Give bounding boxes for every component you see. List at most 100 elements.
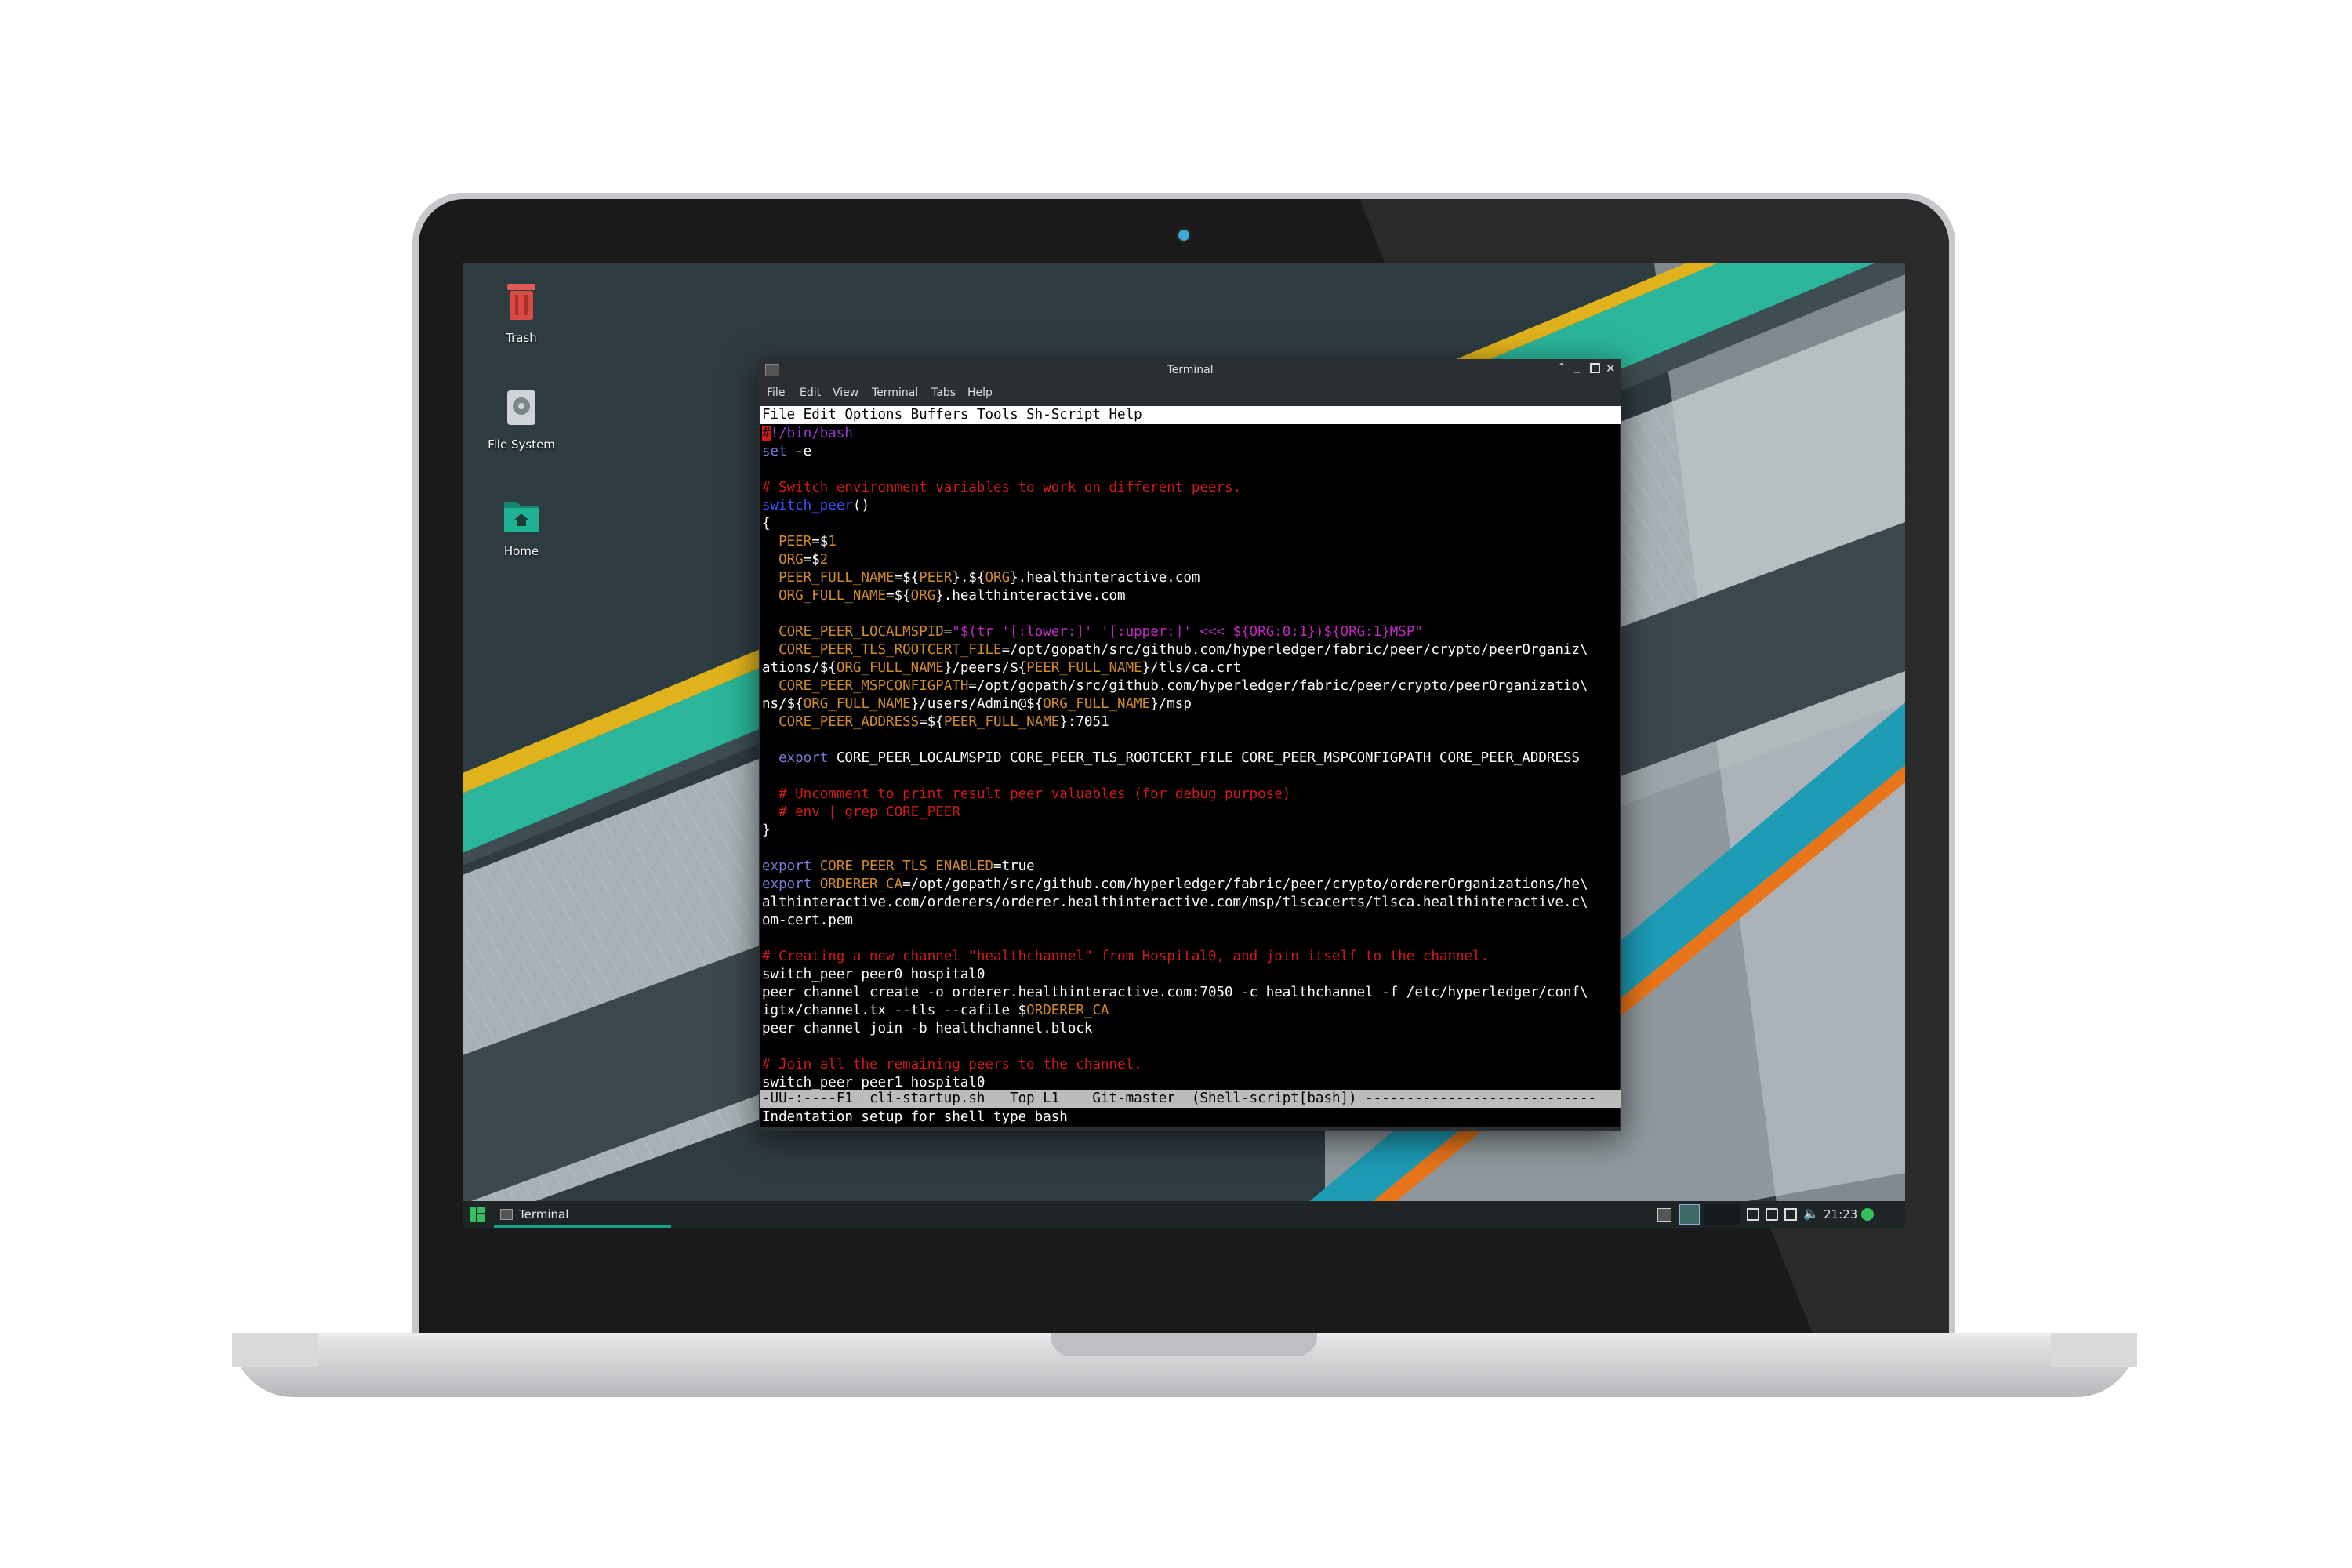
code-token: export bbox=[762, 858, 812, 874]
desktop-icon-home[interactable]: Home bbox=[463, 492, 580, 558]
code-line[interactable] bbox=[762, 461, 1621, 479]
terminal-window[interactable]: Terminal ⌃ _ ✕ File Edit View Terminal T… bbox=[759, 359, 1621, 1131]
code-line[interactable]: peer channel create -o orderer.healthint… bbox=[762, 984, 1621, 1002]
workspace-switcher-2[interactable] bbox=[1704, 1204, 1740, 1225]
desktop-icon-label: Home bbox=[503, 544, 539, 558]
code-token: ORG_FULL_NAME bbox=[836, 660, 944, 676]
code-token: }/peers/${ bbox=[943, 660, 1027, 676]
code-line[interactable]: # Uncomment to print result peer valuabl… bbox=[762, 786, 1621, 804]
menu-help[interactable]: Help bbox=[967, 387, 993, 399]
code-token: }/msp bbox=[1150, 696, 1192, 712]
code-token: -e bbox=[786, 444, 812, 459]
code-text: switch_peer peer0 hospital0 bbox=[762, 967, 985, 982]
menu-file[interactable]: File bbox=[767, 387, 785, 399]
laptop-notch bbox=[1051, 1333, 1317, 1356]
code-token: =${ bbox=[919, 714, 944, 730]
update-status-icon[interactable] bbox=[1861, 1208, 1874, 1221]
code-text: # Switch environment variables to work o… bbox=[762, 480, 1242, 495]
code-line[interactable]: ations/${ORG_FULL_NAME}/peers/${PEER_FUL… bbox=[762, 659, 1621, 677]
code-text: # Uncomment to print result peer valuabl… bbox=[762, 786, 1291, 802]
code-line[interactable]: # env | grep CORE_PEER bbox=[762, 804, 1621, 822]
code-line[interactable]: CORE_PEER_LOCALMSPID="$(tr '[:lower:]' '… bbox=[762, 623, 1621, 641]
code-token: =${ bbox=[886, 588, 911, 604]
drive-icon bbox=[499, 386, 543, 430]
laptop-base-edge-left bbox=[232, 1333, 318, 1367]
code-token: ORDERER_CA bbox=[1026, 1003, 1109, 1018]
code-line[interactable]: # Creating a new channel "healthchannel"… bbox=[762, 948, 1621, 966]
code-line[interactable] bbox=[762, 731, 1621, 750]
code-line[interactable] bbox=[762, 768, 1621, 786]
menu-tabs[interactable]: Tabs bbox=[931, 387, 956, 399]
code-line[interactable] bbox=[762, 930, 1621, 948]
desktop-icon-label: Trash bbox=[506, 331, 537, 345]
code-line[interactable]: set -e bbox=[762, 443, 1621, 461]
code-line[interactable] bbox=[762, 605, 1621, 623]
code-line[interactable]: om-cert.pem bbox=[762, 912, 1621, 930]
code-editor[interactable]: #!/bin/bash set -e # Switch environment va… bbox=[760, 425, 1621, 1092]
code-line[interactable]: export ORDERER_CA=/opt/gopath/src/github… bbox=[762, 876, 1621, 894]
code-line[interactable]: PEER_FULL_NAME=${PEER}.${ORG}.healthinte… bbox=[762, 569, 1621, 587]
manjaro-menu-icon[interactable] bbox=[469, 1206, 486, 1223]
clock[interactable]: 21:23 bbox=[1824, 1207, 1857, 1221]
minimize-icon[interactable]: _ bbox=[1574, 361, 1580, 373]
code-line[interactable]: igtx/channel.tx --tls --cafile $ORDERER_… bbox=[762, 1002, 1621, 1020]
workspace-switcher-1[interactable] bbox=[1679, 1204, 1700, 1225]
code-line[interactable]: export CORE_PEER_LOCALMSPID CORE_PEER_TL… bbox=[762, 750, 1621, 768]
desktop-icon-trash[interactable]: Trash bbox=[463, 279, 580, 345]
code-line[interactable]: # Switch environment variables to work o… bbox=[762, 479, 1621, 497]
code-token: CORE_PEER_MSPCONFIGPATH bbox=[779, 678, 969, 694]
code-line[interactable]: PEER=$1 bbox=[762, 533, 1621, 551]
code-token: ORG_FULL_NAME bbox=[1043, 696, 1151, 712]
maximize-icon[interactable] bbox=[1590, 363, 1600, 373]
taskbar: Terminal 🔈 21:23 bbox=[463, 1201, 1905, 1228]
code-line[interactable]: althinteractive.com/orderers/orderer.hea… bbox=[762, 894, 1621, 912]
code-token: }:7051 bbox=[1059, 714, 1109, 730]
code-line[interactable] bbox=[762, 1038, 1621, 1056]
terminal-menubar: File Edit View Terminal Tabs Help bbox=[759, 381, 1621, 403]
code-line[interactable] bbox=[762, 840, 1621, 858]
code-line[interactable]: #!/bin/bash bbox=[762, 425, 1621, 443]
code-line[interactable]: ORG=$2 bbox=[762, 551, 1621, 569]
notification-icon[interactable] bbox=[1747, 1208, 1759, 1221]
taskbar-item-label: Terminal bbox=[519, 1207, 569, 1221]
menu-view[interactable]: View bbox=[833, 387, 858, 399]
code-line[interactable]: { bbox=[762, 515, 1621, 533]
battery-icon[interactable] bbox=[1784, 1208, 1797, 1221]
terminal-titlebar[interactable]: Terminal ⌃ _ ✕ bbox=[759, 359, 1621, 381]
code-line[interactable]: peer channel join -b healthchannel.block bbox=[762, 1020, 1621, 1038]
workspace-icon[interactable] bbox=[1657, 1208, 1671, 1222]
taskbar-item-terminal[interactable]: Terminal bbox=[494, 1201, 671, 1228]
emacs-menubar[interactable]: File Edit Options Buffers Tools Sh-Scrip… bbox=[760, 406, 1621, 424]
code-token: }.healthinteractive.com bbox=[935, 588, 1126, 604]
clipboard-icon[interactable] bbox=[1766, 1208, 1778, 1221]
code-line[interactable]: # Join all the remaining peers to the ch… bbox=[762, 1056, 1621, 1074]
emacs-buffer[interactable]: File Edit Options Buffers Tools Sh-Scrip… bbox=[760, 406, 1621, 1127]
code-line[interactable]: ORG_FULL_NAME=${ORG}.healthinteractive.c… bbox=[762, 587, 1621, 605]
text-cursor: # bbox=[762, 426, 771, 441]
code-line[interactable]: CORE_PEER_MSPCONFIGPATH=/opt/gopath/src/… bbox=[762, 677, 1621, 695]
code-line[interactable]: ns/${ORG_FULL_NAME}/users/Admin@${ORG_FU… bbox=[762, 695, 1621, 713]
code-line[interactable]: export CORE_PEER_TLS_ENABLED=true bbox=[762, 858, 1621, 876]
laptop-base-edge-right bbox=[2051, 1333, 2137, 1367]
code-line[interactable]: switch_peer peer0 hospital0 bbox=[762, 966, 1621, 984]
code-line[interactable]: CORE_PEER_TLS_ROOTCERT_FILE=/opt/gopath/… bbox=[762, 641, 1621, 659]
desktop-icon-label: File System bbox=[488, 437, 555, 452]
code-token: "$(tr '[:lower:]' '[:upper:]' <<< ${ORG:… bbox=[952, 624, 1423, 640]
code-line[interactable]: switch_peer() bbox=[762, 497, 1621, 515]
menu-terminal[interactable]: Terminal bbox=[872, 387, 918, 399]
volume-icon[interactable]: 🔈 bbox=[1803, 1206, 1819, 1221]
close-icon[interactable]: ✕ bbox=[1606, 361, 1616, 376]
code-line[interactable]: } bbox=[762, 822, 1621, 840]
desktop-icon-file-system[interactable]: File System bbox=[463, 386, 580, 452]
code-line[interactable]: CORE_PEER_ADDRESS=${PEER_FULL_NAME}:7051 bbox=[762, 713, 1621, 731]
menu-edit[interactable]: Edit bbox=[800, 387, 821, 399]
code-token: export bbox=[779, 750, 829, 766]
chevron-up-icon[interactable]: ⌃ bbox=[1557, 361, 1566, 374]
